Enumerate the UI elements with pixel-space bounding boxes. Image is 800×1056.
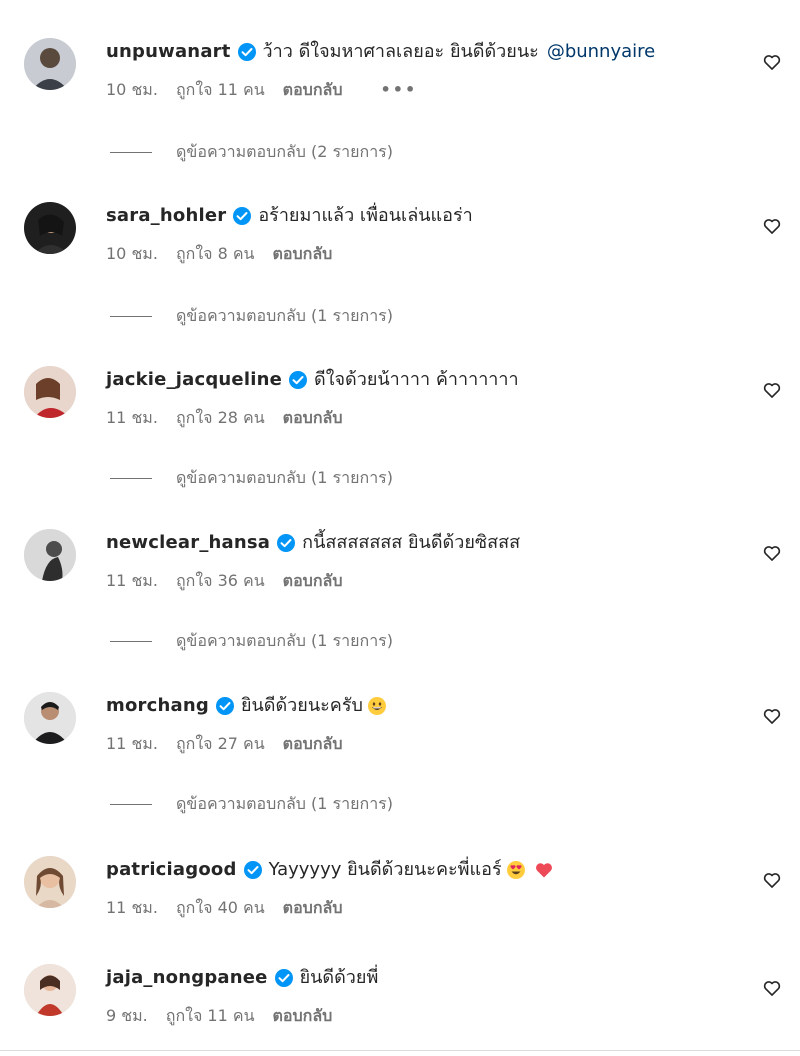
reply-button[interactable]: ตอบกลับ <box>283 78 343 102</box>
reply-button[interactable]: ตอบกลับ <box>283 732 343 756</box>
avatar[interactable] <box>24 38 76 90</box>
like-count[interactable]: ถูกใจ 8 คน <box>176 242 255 266</box>
reply-button[interactable]: ตอบกลับ <box>283 569 343 593</box>
heart-eyes-face-icon <box>506 860 526 880</box>
comment-text: กนี้สสสสสสส ยินดีด้วยซิสสส <box>302 532 521 553</box>
view-replies-label: ดูข้อความตอบกลับ (1 รายการ) <box>176 306 394 325</box>
comment-meta: 11 ชม. ถูกใจ 40 คน ตอบกลับ <box>106 896 360 920</box>
comment-meta: 11 ชม. ถูกใจ 36 คน ตอบกลับ <box>106 569 360 593</box>
heart-outline-icon[interactable] <box>762 216 782 236</box>
reply-button[interactable]: ตอบกลับ <box>283 406 343 430</box>
divider-line <box>110 315 152 317</box>
username-link[interactable]: jackie_jacqueline <box>106 366 282 394</box>
view-replies-button[interactable]: ดูข้อความตอบกลับ (1 รายการ) <box>110 792 393 816</box>
comment-text-line: unpuwanart ว้าว ดีใจมหาศาลเลยอะ ยินดีด้ว… <box>106 38 655 66</box>
avatar[interactable] <box>24 856 76 908</box>
verified-badge-icon <box>237 42 257 62</box>
grinning-face-icon <box>367 696 387 716</box>
avatar[interactable] <box>24 529 76 581</box>
heart-outline-icon[interactable] <box>762 870 782 890</box>
view-replies-button[interactable]: ดูข้อความตอบกลับ (1 รายการ) <box>110 629 393 653</box>
comment-meta: 11 ชม. ถูกใจ 28 คน ตอบกลับ <box>106 406 360 430</box>
divider-line <box>110 477 152 479</box>
verified-badge-icon <box>243 860 263 880</box>
comment-text: ยินดีด้วยพี่ <box>299 967 379 988</box>
verified-badge-icon <box>276 533 296 553</box>
comment-time[interactable]: 11 ชม. <box>106 569 158 593</box>
comment-text-line: jackie_jacqueline ดีใจด้วยน้าาาา ค้าาาาา… <box>106 366 519 394</box>
verified-badge-icon <box>288 370 308 390</box>
comment-meta: 10 ชม. ถูกใจ 11 คน ตอบกลับ ••• <box>106 78 435 102</box>
reply-button[interactable]: ตอบกลับ <box>273 1004 333 1028</box>
comment-text-line: morchang ยินดีด้วยนะครับ <box>106 692 387 720</box>
comment-meta: 11 ชม. ถูกใจ 27 คน ตอบกลับ <box>106 732 360 756</box>
comment-time[interactable]: 11 ชม. <box>106 732 158 756</box>
like-count[interactable]: ถูกใจ 27 คน <box>176 732 265 756</box>
comments-list: unpuwanart ว้าว ดีใจมหาศาลเลยอะ ยินดีด้ว… <box>0 0 800 1056</box>
comment-text-line: patriciagood Yayyyyy ยินดีด้วยนะคะพี่แอร… <box>106 856 554 884</box>
username-link[interactable]: patriciagood <box>106 856 237 884</box>
verified-badge-icon <box>274 968 294 988</box>
heart-outline-icon[interactable] <box>762 543 782 563</box>
username-link[interactable]: newclear_hansa <box>106 529 270 557</box>
view-replies-label: ดูข้อความตอบกลับ (1 รายการ) <box>176 794 394 813</box>
reply-button[interactable]: ตอบกลับ <box>273 242 333 266</box>
heart-outline-icon[interactable] <box>762 978 782 998</box>
comment-time[interactable]: 9 ชม. <box>106 1004 148 1028</box>
comment-time[interactable]: 10 ชม. <box>106 78 158 102</box>
comment-text: ยินดีด้วยนะครับ <box>240 695 363 716</box>
comment-time[interactable]: 10 ชม. <box>106 242 158 266</box>
avatar[interactable] <box>24 366 76 418</box>
avatar[interactable] <box>24 202 76 254</box>
comment-text: ดีใจด้วยน้าาาา ค้าาาาาาา <box>314 369 519 390</box>
comment-text-line: jaja_nongpanee ยินดีด้วยพี่ <box>106 964 378 992</box>
view-replies-button[interactable]: ดูข้อความตอบกลับ (1 รายการ) <box>110 304 393 328</box>
username-link[interactable]: jaja_nongpanee <box>106 964 268 992</box>
divider-line <box>110 151 152 153</box>
comment-time[interactable]: 11 ชม. <box>106 896 158 920</box>
comment-text-line: sara_hohler อร้ายมาแล้ว เพื่อนเล่นแอร่า <box>106 202 473 230</box>
comment-text: ว้าว ดีใจมหาศาลเลยอะ ยินดีด้วยนะ <box>262 41 539 62</box>
like-count[interactable]: ถูกใจ 40 คน <box>176 896 265 920</box>
avatar[interactable] <box>24 692 76 744</box>
heart-outline-icon[interactable] <box>762 706 782 726</box>
comment-text: Yayyyyy ยินดีด้วยนะคะพี่แอร์ <box>268 859 502 880</box>
heart-outline-icon[interactable] <box>762 380 782 400</box>
more-options-button[interactable]: ••• <box>380 78 417 102</box>
username-link[interactable]: unpuwanart <box>106 38 231 66</box>
view-replies-label: ดูข้อความตอบกลับ (2 รายการ) <box>176 142 394 161</box>
comment-text: อร้ายมาแล้ว เพื่อนเล่นแอร่า <box>258 205 473 226</box>
like-count[interactable]: ถูกใจ 11 คน <box>166 1004 255 1028</box>
view-replies-label: ดูข้อความตอบกลับ (1 รายการ) <box>176 631 394 650</box>
verified-badge-icon <box>215 696 235 716</box>
avatar[interactable] <box>24 964 76 1016</box>
view-replies-button[interactable]: ดูข้อความตอบกลับ (1 รายการ) <box>110 466 393 490</box>
comment-text-line: newclear_hansa กนี้สสสสสสส ยินดีด้วยซิสส… <box>106 529 520 557</box>
like-count[interactable]: ถูกใจ 28 คน <box>176 406 265 430</box>
divider-line <box>110 640 152 642</box>
mention-link[interactable]: @bunnyaire <box>547 38 655 66</box>
username-link[interactable]: morchang <box>106 692 209 720</box>
comment-meta: 9 ชม. ถูกใจ 11 คน ตอบกลับ <box>106 1004 350 1028</box>
username-link[interactable]: sara_hohler <box>106 202 226 230</box>
reply-button[interactable]: ตอบกลับ <box>283 896 343 920</box>
view-replies-label: ดูข้อความตอบกลับ (1 รายการ) <box>176 468 394 487</box>
bottom-divider <box>0 1050 800 1051</box>
comment-meta: 10 ชม. ถูกใจ 8 คน ตอบกลับ <box>106 242 350 266</box>
comment-time[interactable]: 11 ชม. <box>106 406 158 430</box>
like-count[interactable]: ถูกใจ 11 คน <box>176 78 265 102</box>
heart-outline-icon[interactable] <box>762 52 782 72</box>
red-heart-icon <box>534 860 554 880</box>
like-count[interactable]: ถูกใจ 36 คน <box>176 569 265 593</box>
verified-badge-icon <box>232 206 252 226</box>
divider-line <box>110 803 152 805</box>
view-replies-button[interactable]: ดูข้อความตอบกลับ (2 รายการ) <box>110 140 393 164</box>
